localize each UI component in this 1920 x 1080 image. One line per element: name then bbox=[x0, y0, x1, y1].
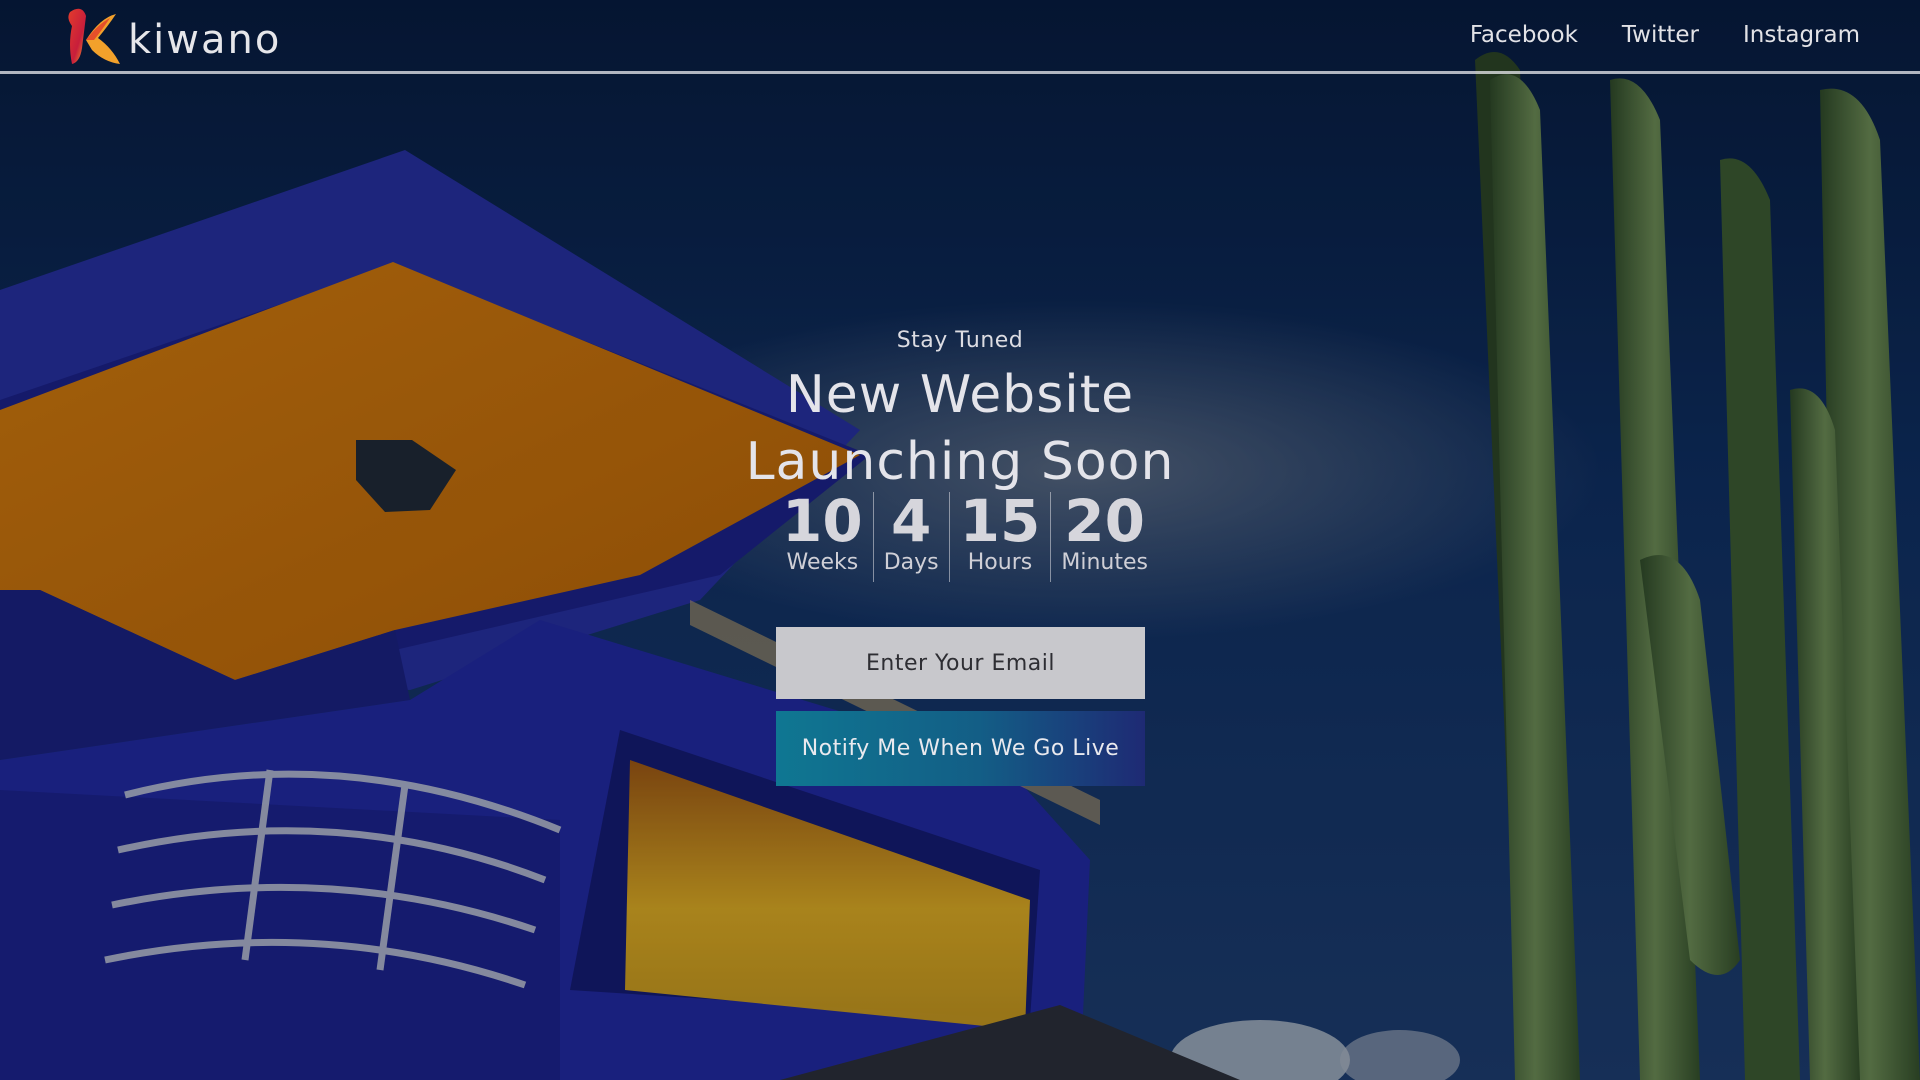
notify-button[interactable]: Notify Me When We Go Live bbox=[776, 711, 1145, 786]
brand-name: kiwano bbox=[128, 17, 282, 63]
nav-link-twitter[interactable]: Twitter bbox=[1622, 22, 1699, 48]
nav-link-instagram[interactable]: Instagram bbox=[1743, 22, 1860, 48]
social-nav: Facebook Twitter Instagram bbox=[1470, 0, 1860, 70]
title-line-1: New Website bbox=[785, 365, 1135, 425]
countdown-weeks: 10 Weeks bbox=[782, 492, 873, 582]
title-line-2: Launching Soon bbox=[745, 432, 1175, 492]
email-field[interactable] bbox=[776, 627, 1145, 699]
kiwano-logo-icon bbox=[68, 8, 120, 65]
countdown-weeks-value: 10 bbox=[782, 487, 863, 555]
brand-logo[interactable]: kiwano bbox=[60, 4, 281, 68]
page-title: New Website Launching Soon bbox=[0, 362, 1920, 496]
countdown-minutes-label: Minutes bbox=[1061, 550, 1148, 575]
countdown-weeks-label: Weeks bbox=[786, 550, 859, 575]
countdown-hours: 15 Hours bbox=[948, 487, 1051, 582]
countdown-days-value: 4 bbox=[891, 487, 932, 555]
countdown-hours-value: 15 bbox=[959, 487, 1041, 555]
countdown-days: 4 Days bbox=[872, 487, 949, 582]
countdown-minutes: 20 Minutes bbox=[1050, 492, 1148, 582]
countdown-timer: 10 Weeks 4 Days 15 Hours 20 Minutes bbox=[760, 492, 1170, 582]
countdown-hours-label: Hours bbox=[967, 550, 1033, 575]
countdown-days-label: Days bbox=[883, 550, 939, 575]
countdown-minutes-value: 20 bbox=[1064, 487, 1146, 555]
nav-link-facebook[interactable]: Facebook bbox=[1470, 22, 1578, 48]
site-header: kiwano Facebook Twitter Instagram bbox=[0, 0, 1920, 74]
stay-tuned-label: Stay Tuned bbox=[896, 328, 1024, 353]
